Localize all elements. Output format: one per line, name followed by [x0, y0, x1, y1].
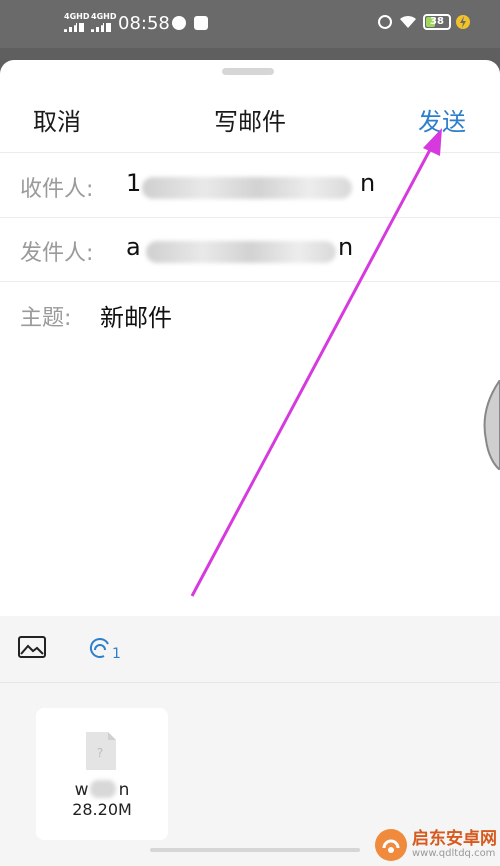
svg-text:?: ?	[97, 746, 103, 760]
status-bar: 4GHD 4GHD 08:58 38	[0, 0, 500, 48]
watermark: 启东安卓网 www.qdltdq.com	[374, 828, 497, 862]
edge-handle	[483, 380, 500, 470]
cellular-signal-1: 4GHD	[64, 13, 89, 32]
recipient-label: 收件人:	[20, 177, 94, 202]
message-body-editor[interactable]	[0, 344, 500, 616]
site-logo-icon	[375, 829, 407, 861]
divider	[0, 682, 500, 683]
subject-field[interactable]: 主题: 新邮件	[0, 282, 500, 347]
sender-value-tail: n	[338, 233, 354, 261]
signal-bars-icon	[91, 23, 111, 32]
unknown-file-icon: ?	[86, 732, 116, 770]
attachment-count: 1	[112, 646, 121, 662]
sender-value[interactable]: a	[126, 233, 141, 261]
network-type-label: 4GHD	[91, 12, 117, 21]
redacted-text	[142, 177, 352, 199]
sender-field[interactable]: 发件人: a n	[0, 217, 500, 282]
drag-handle[interactable]	[222, 68, 274, 75]
attachment-card[interactable]: ? w n 28.20M	[36, 708, 168, 840]
network-type-label: 4GHD	[64, 12, 90, 21]
wifi-icon	[400, 15, 416, 28]
watermark-url: www.qdltdq.com	[412, 848, 496, 859]
compose-sheet: 取消 写邮件 发送 收件人: 1 n 发件人: a n 主题: 新邮件 1 ? …	[0, 60, 500, 866]
sender-label: 发件人:	[20, 241, 94, 266]
alarm-icon	[378, 15, 392, 29]
cellular-signal-2: 4GHD	[91, 13, 116, 32]
attachment-name-start: w	[74, 780, 89, 800]
send-button[interactable]: 发送	[418, 102, 466, 137]
recipient-field[interactable]: 收件人: 1 n	[0, 152, 500, 218]
subject-label: 主题:	[20, 306, 72, 331]
watermark-title: 启东安卓网	[412, 829, 497, 849]
attachment-size: 28.20M	[72, 800, 132, 819]
status-time: 08:58	[118, 13, 170, 34]
redacted-text	[90, 780, 116, 798]
signal-bars-icon	[64, 23, 84, 32]
compass-icon	[172, 16, 186, 30]
redacted-text	[146, 241, 336, 263]
charging-bolt-icon	[456, 15, 470, 29]
battery-level: 38	[430, 16, 444, 27]
battery-icon: 38	[423, 14, 451, 30]
telegram-icon	[194, 16, 208, 30]
recipient-value-tail: n	[360, 169, 376, 197]
attachment-name-end: n	[118, 780, 130, 800]
image-icon[interactable]	[18, 636, 46, 658]
home-indicator	[150, 848, 360, 852]
recipient-value[interactable]: 1	[126, 169, 141, 197]
attachment-count-button[interactable]: 1	[86, 636, 124, 662]
subject-input[interactable]: 新邮件	[100, 298, 172, 333]
